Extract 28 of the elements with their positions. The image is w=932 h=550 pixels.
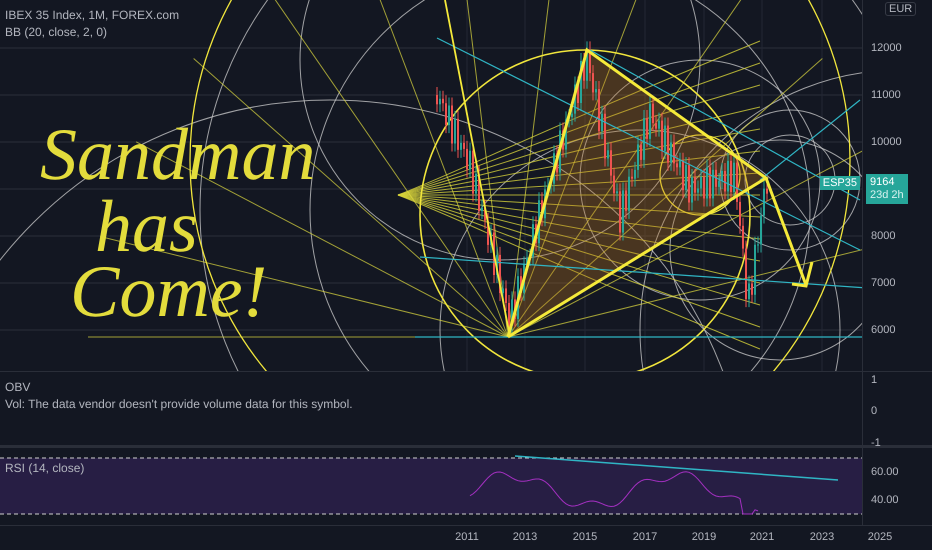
year-tick: 2017 (632, 531, 658, 543)
year-tick: 2015 (572, 531, 598, 543)
symbol-badge: ESP35 (820, 176, 860, 190)
year-tick: 2019 (692, 531, 716, 543)
volume-message: Vol: The data vendor doesn't provide volume data for this symbol. (5, 397, 353, 411)
indicator-label: BB (20, close, 2, 0) (5, 25, 108, 39)
price-badge: 9164 23d 2h (866, 174, 908, 204)
price-tick: 8000 (871, 230, 896, 242)
year-tick: 2023 (810, 531, 834, 543)
price-tick: 11000 (871, 89, 901, 101)
year-tick: 2011 (455, 531, 479, 543)
obv-title: OBV (5, 380, 32, 394)
rsi-tick: 60.00 (871, 466, 899, 478)
obv-tick: 0 (871, 405, 878, 417)
price-tick: 12000 (871, 42, 902, 54)
year-tick: 2013 (512, 531, 538, 543)
price-tick: 10000 (871, 136, 902, 148)
handwritten-text: has (95, 190, 198, 264)
obv-tick: -1 (871, 437, 881, 449)
rsi-title: RSI (14, close) (5, 461, 84, 475)
rsi-tick: 40.00 (871, 494, 899, 506)
symbol-title: IBEX 35 Index, 1M, FOREX.com (5, 8, 180, 22)
year-tick: 2025 (868, 531, 892, 543)
price-tick: 6000 (871, 324, 896, 336)
price-tick: 7000 (871, 277, 896, 289)
obv-tick: 1 (871, 374, 878, 386)
currency-label: EUR (885, 2, 916, 16)
year-tick: 2021 (750, 531, 774, 543)
